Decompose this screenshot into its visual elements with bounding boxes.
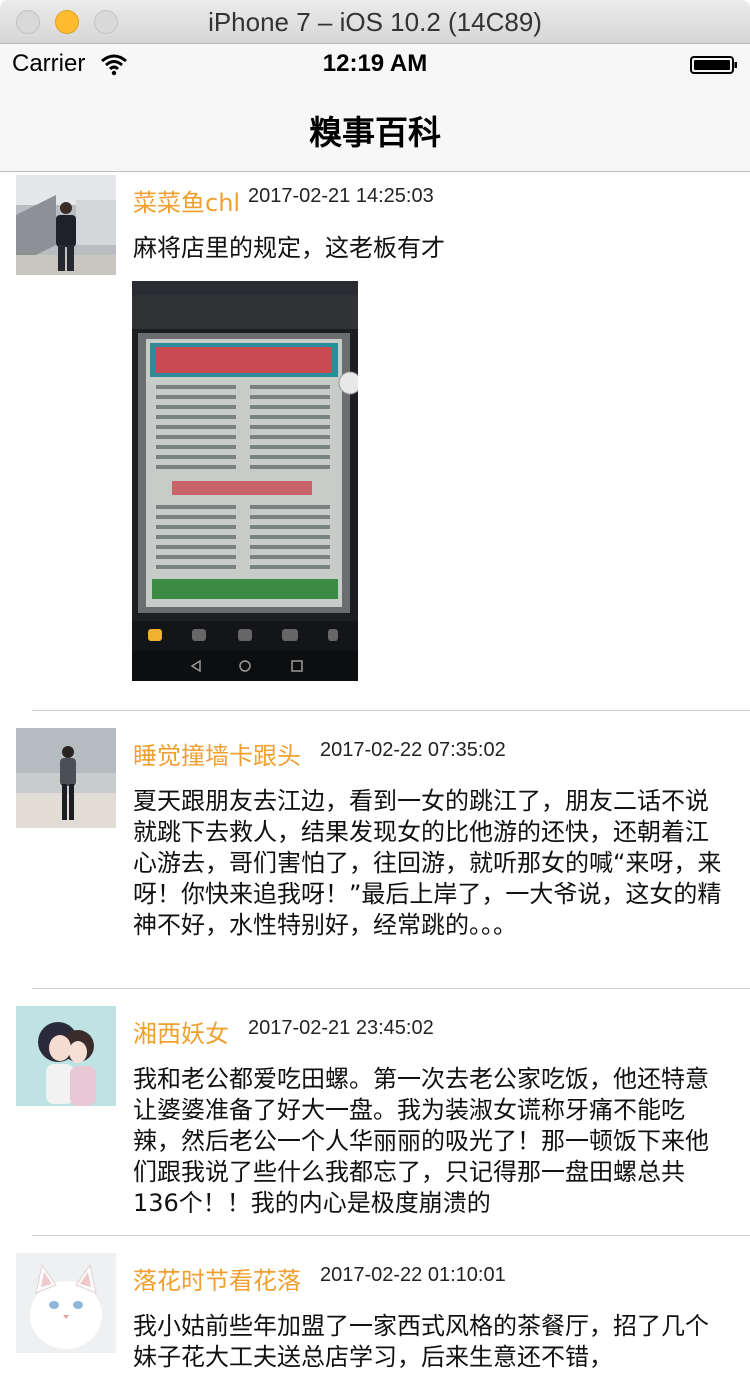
- post-item[interactable]: 湘西妖女 2017-02-21 23:45:02 我和老公都爱吃田螺。第一次去老…: [0, 989, 750, 1236]
- post-feed[interactable]: 菜菜鱼chl 2017-02-21 14:25:03 麻将店里的规定，这老板有才: [0, 173, 750, 1378]
- avatar[interactable]: [16, 175, 116, 275]
- avatar[interactable]: [16, 1006, 116, 1106]
- simulator-titlebar: iPhone 7 – iOS 10.2 (14C89): [0, 0, 750, 44]
- avatar-man-in-mall-image: [16, 175, 116, 275]
- post-image[interactable]: [132, 281, 358, 681]
- status-time: 12:19 AM: [322, 50, 428, 77]
- post-timestamp: 2017-02-21 14:25:03: [248, 185, 434, 207]
- avatar[interactable]: [16, 1253, 116, 1353]
- post-username[interactable]: 湘西妖女: [133, 1014, 229, 1049]
- post-item[interactable]: 菜菜鱼chl 2017-02-21 14:25:03 麻将店里的规定，这老板有才: [0, 173, 750, 711]
- page-title: 糗事百科: [309, 113, 441, 152]
- avatar-anime-couple-image: [16, 1006, 116, 1106]
- post-content: 我小姑前些年加盟了一家西式风格的茶餐厅，招了几个妹子花大工夫送总店学习，后来生意…: [133, 1312, 709, 1371]
- post-image-notice-board: [132, 281, 358, 681]
- post-content: 麻将店里的规定，这老板有才: [133, 234, 445, 262]
- post-item[interactable]: 落花时节看花落 2017-02-22 01:10:01 我小姑前些年加盟了一家西…: [0, 1236, 750, 1378]
- simulator-window-title: iPhone 7 – iOS 10.2 (14C89): [208, 7, 542, 37]
- status-bar: Carrier 12:19 AM: [0, 44, 750, 84]
- battery-icon: [690, 56, 737, 74]
- post-content: 夏天跟朋友去江边，看到一女的跳江了，朋友二话不说就跳下去救人，结果发现女的比他游…: [133, 787, 722, 939]
- post-timestamp: 2017-02-22 01:10:01: [320, 1264, 506, 1286]
- avatar-man-on-beach-image: [16, 728, 116, 828]
- post-username[interactable]: 睡觉撞墙卡跟头: [133, 736, 301, 771]
- navigation-bar: 糗事百科: [0, 84, 750, 172]
- post-item[interactable]: 睡觉撞墙卡跟头 2017-02-22 07:35:02 夏天跟朋友去江边，看到一…: [0, 711, 750, 989]
- avatar-white-cat-image: [16, 1253, 116, 1353]
- post-timestamp: 2017-02-22 07:35:02: [320, 739, 506, 761]
- post-content: 我和老公都爱吃田螺。第一次去老公家吃饭，他还特意让婆婆准备了好大一盘。我为装淑女…: [133, 1065, 709, 1217]
- post-username[interactable]: 菜菜鱼chl: [133, 183, 240, 218]
- post-timestamp: 2017-02-21 23:45:02: [248, 1017, 434, 1039]
- post-username[interactable]: 落花时节看花落: [133, 1261, 301, 1296]
- avatar[interactable]: [16, 728, 116, 828]
